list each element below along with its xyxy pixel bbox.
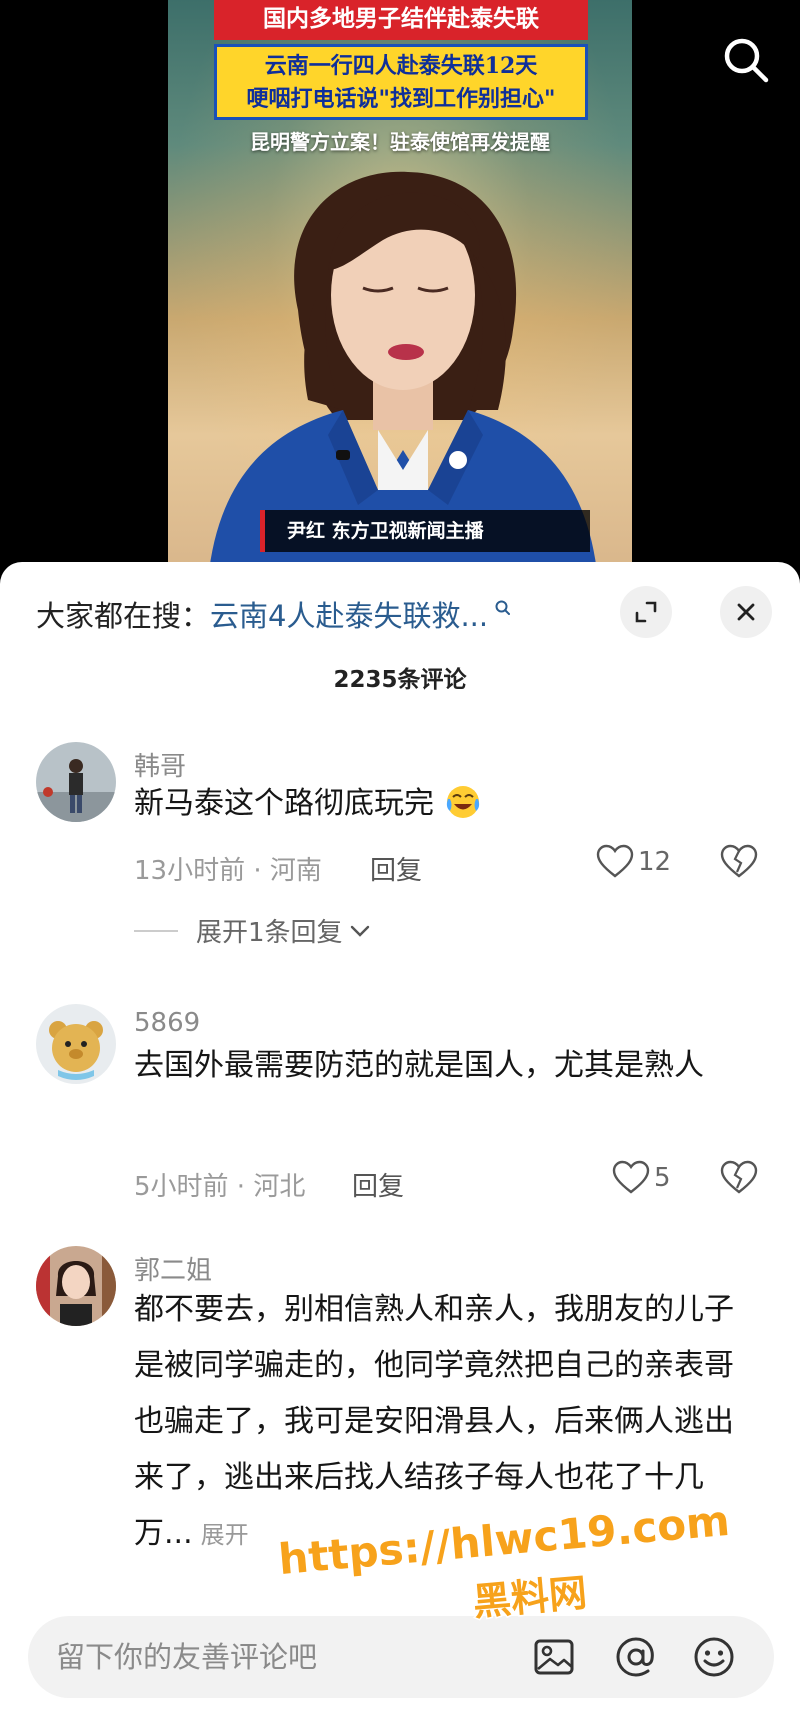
comment-username[interactable]: 5869 (134, 1008, 200, 1038)
headline-banner: 国内多地男子结伴赴泰失联 (214, 0, 588, 40)
like-count: 5 (654, 1163, 671, 1193)
heart-icon (612, 1160, 650, 1194)
comment-text: 去国外最需要防范的就是国人，尤其是熟人 (134, 1048, 704, 1083)
emoji-button[interactable] (692, 1635, 736, 1683)
dislike-button[interactable] (720, 844, 758, 884)
at-mention-icon (616, 1637, 654, 1677)
subheadline-line-1: 云南一行四人赴泰失联12天 (264, 53, 538, 79)
broken-heart-icon (720, 1160, 758, 1194)
avatar[interactable] (36, 1246, 116, 1326)
subheadline-banner: 云南一行四人赴泰失联12天 哽咽打电话说"找到工作别担心" (214, 44, 588, 120)
video-frame: 国内多地男子结伴赴泰失联 云南一行四人赴泰失联12天 哽咽打电话说"找到工作别担… (168, 0, 632, 580)
divider-line (134, 929, 178, 932)
broken-heart-icon (720, 844, 758, 878)
chevron-down-icon (350, 925, 369, 937)
hot-search-link[interactable]: 云南4人赴泰失联救... (210, 593, 488, 635)
comment-text: 都不要去，别相信熟人和亲人，我朋友的儿子是被同学骗走的，他同学竟然把自己的亲表哥… (134, 1282, 754, 1572)
video-player[interactable]: 国内多地男子结伴赴泰失联 云南一行四人赴泰失联12天 哽咽打电话说"找到工作别担… (0, 0, 800, 580)
expand-comment-button[interactable]: 展开 (201, 1521, 249, 1549)
anchor-caption: 尹红 东方卫视新闻主播 (260, 510, 590, 552)
comment-text-content: 都不要去，别相信熟人和亲人，我朋友的儿子是被同学骗走的，他同学竟然把自己的亲表哥… (134, 1292, 734, 1551)
comment-item: 5869 去国外最需要防范的就是国人，尤其是熟人 5小时前 · 河北 回复 5 (0, 1004, 800, 1204)
subtitle-line: 昆明警方立案！驻泰使馆再发提醒 (250, 130, 550, 154)
expand-panel-button[interactable] (620, 586, 672, 638)
comment-text-content: 新马泰这个路彻底玩完 (134, 786, 434, 821)
mention-button[interactable] (614, 1635, 658, 1683)
like-count: 12 (638, 847, 672, 877)
hot-search-label: 大家都在搜： (36, 599, 211, 633)
comment-item: 郭二姐 都不要去，别相信熟人和亲人，我朋友的儿子是被同学骗走的，他同学竟然把自己… (0, 1246, 800, 1576)
subheadline-line-2: 哽咽打电话说"找到工作别担心" (246, 86, 556, 112)
heart-icon (596, 844, 634, 878)
hot-search-row: 大家都在搜： 云南4人赴泰失联救... (36, 592, 512, 636)
laughing-crying-emoji-icon (446, 786, 479, 818)
like-button[interactable]: 5 (612, 1160, 671, 1196)
smiley-face-icon (694, 1637, 734, 1677)
image-button[interactable] (532, 1635, 576, 1683)
comment-time-location: 5小时前 · 河北 (134, 1172, 306, 1202)
search-button[interactable] (718, 32, 774, 88)
close-button[interactable] (720, 586, 772, 638)
comment-text: 新马泰这个路彻底玩完 (134, 776, 754, 832)
close-icon (737, 603, 755, 621)
expand-replies-button[interactable]: 展开1条回复 (134, 912, 371, 949)
dislike-button[interactable] (720, 1160, 758, 1200)
search-icon (724, 38, 769, 83)
comment-input-bar[interactable]: 留下你的友善评论吧 (28, 1616, 774, 1698)
avatar[interactable] (36, 742, 116, 822)
avatar[interactable] (36, 1004, 116, 1084)
like-button[interactable]: 12 (596, 844, 671, 880)
expand-icon (635, 601, 657, 623)
comment-time-location: 13小时前 · 河南 (134, 856, 322, 886)
image-icon (534, 1639, 574, 1675)
comment-input[interactable]: 留下你的友善评论吧 (56, 1616, 317, 1698)
expand-replies-label: 展开1条回复 (196, 918, 343, 948)
search-icon (495, 600, 511, 615)
comment-panel: 大家都在搜： 云南4人赴泰失联救... 2235条评论 韩哥 新马泰这个路彻底玩… (0, 562, 800, 1724)
comment-item: 韩哥 新马泰这个路彻底玩完 13小时前 · 河南 回复 12 展开1条回复 (0, 742, 800, 972)
reply-button[interactable]: 回复 (370, 850, 422, 887)
reply-button[interactable]: 回复 (352, 1166, 404, 1203)
comment-count: 2235条评论 (333, 667, 467, 693)
